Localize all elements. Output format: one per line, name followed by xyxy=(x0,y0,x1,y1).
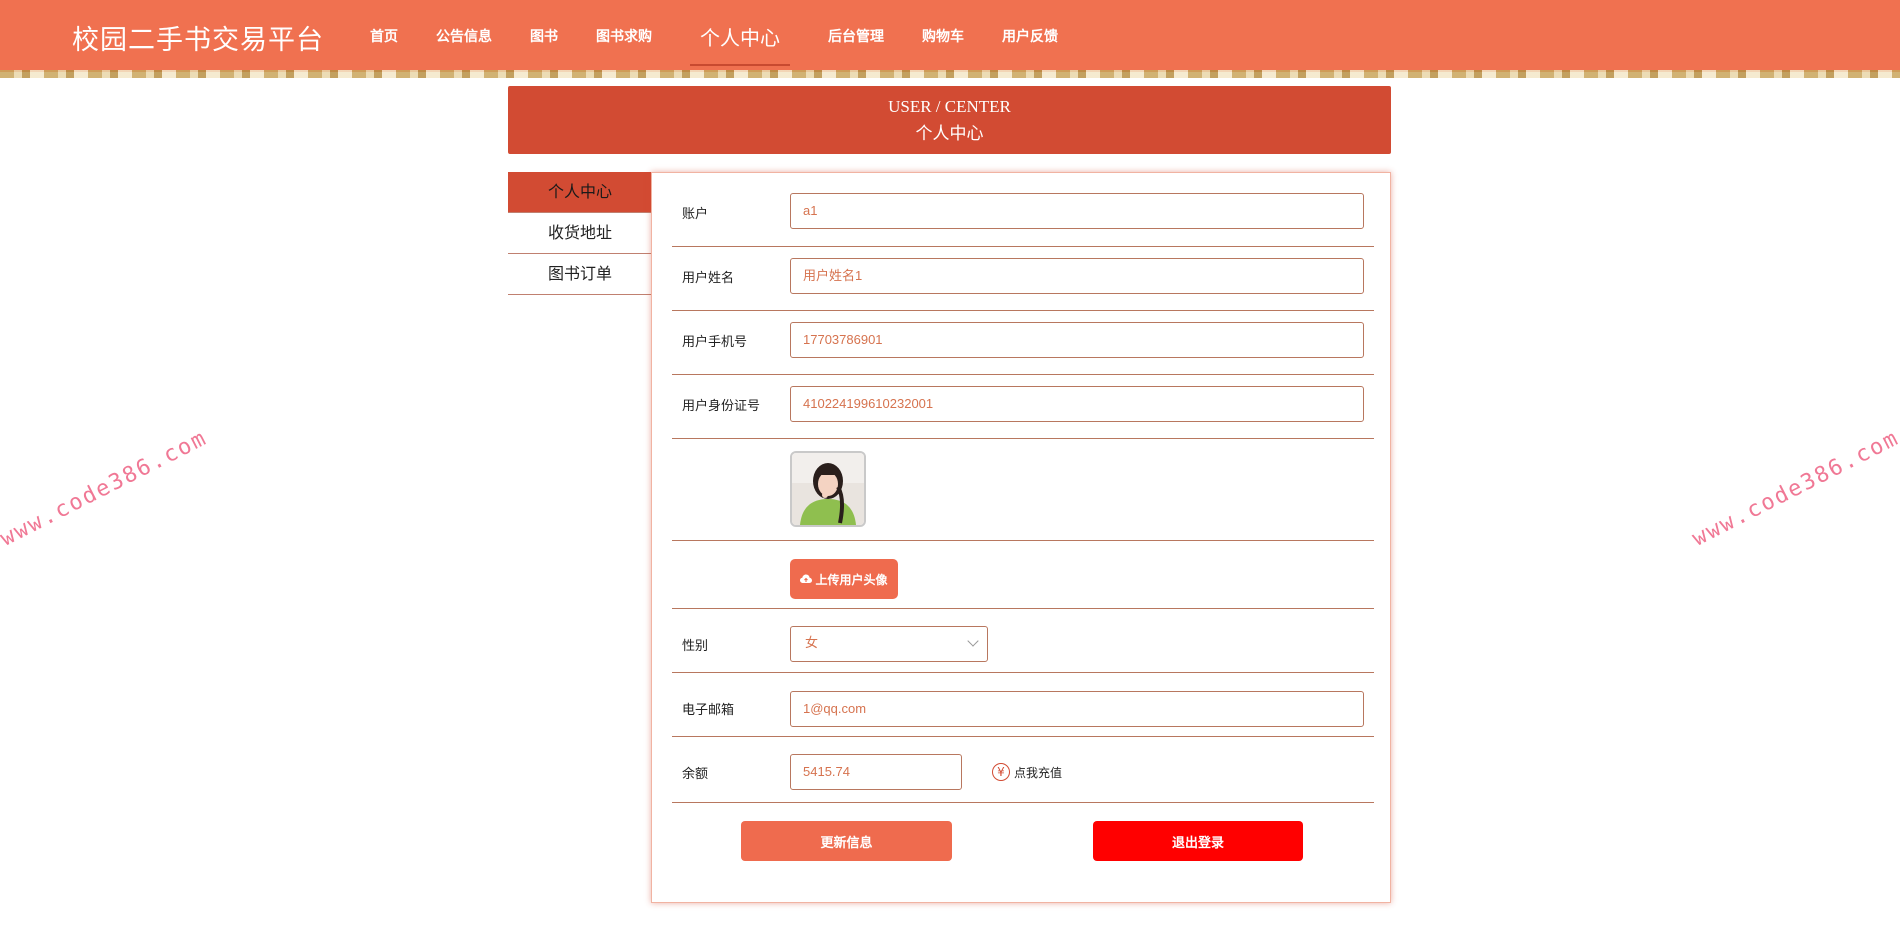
logout-button[interactable]: 退出登录 xyxy=(1093,821,1303,861)
form-row-gender: 性别 女 xyxy=(672,609,1374,673)
update-info-button[interactable]: 更新信息 xyxy=(741,821,952,861)
gender-select[interactable]: 女 xyxy=(790,626,988,662)
banner-title-en: USER / CENTER xyxy=(888,97,1011,116)
name-label: 用户姓名 xyxy=(682,271,735,286)
cloud-upload-icon xyxy=(800,574,813,583)
nav-item-books[interactable]: 图书 xyxy=(530,0,558,72)
banner-title-cn: 个人中心 xyxy=(915,124,984,144)
watermark-text: www.code386.com xyxy=(0,425,212,552)
nav-item-admin[interactable]: 后台管理 xyxy=(828,0,884,72)
email-input[interactable]: 1@qq.com xyxy=(790,691,1364,727)
balance-input[interactable]: 5415.74 xyxy=(790,754,962,790)
upload-avatar-button[interactable]: 上传用户头像 xyxy=(790,559,898,599)
watermark-text: www.code386.com xyxy=(1688,425,1900,552)
yen-icon: ¥ xyxy=(992,763,1010,781)
nav-item-cart[interactable]: 购物车 xyxy=(922,0,964,72)
form-row-idcard: 用户身份证号 410224199610232001 xyxy=(672,375,1374,439)
idcard-label: 用户身份证号 xyxy=(682,399,761,414)
nav-item-user-center[interactable]: 个人中心 xyxy=(690,0,790,72)
form-row-account: 账户 a1 xyxy=(672,193,1374,247)
top-navbar: 校园二手书交易平台 首页 公告信息 图书 图书求购 个人中心 后台管理 购物车 … xyxy=(0,0,1900,72)
gender-selected-value: 女 xyxy=(805,636,819,651)
avatar-photo-icon xyxy=(792,453,864,525)
sidebar-item-address[interactable]: 收货地址 xyxy=(508,213,652,254)
upload-avatar-label: 上传用户头像 xyxy=(815,572,888,587)
name-input[interactable]: 用户姓名1 xyxy=(790,258,1364,294)
main-nav: 首页 公告信息 图书 图书求购 个人中心 后台管理 购物车 用户反馈 xyxy=(370,0,1096,72)
page-banner: USER / CENTER 个人中心 xyxy=(508,86,1391,154)
phone-label: 用户手机号 xyxy=(682,335,748,350)
sidebar-item-user-center[interactable]: 个人中心 xyxy=(508,172,652,213)
sidebar-item-orders[interactable]: 图书订单 xyxy=(508,254,652,295)
phone-input[interactable]: 17703786901 xyxy=(790,322,1364,358)
form-row-phone: 用户手机号 17703786901 xyxy=(672,311,1374,375)
email-label: 电子邮箱 xyxy=(682,703,735,718)
idcard-input[interactable]: 410224199610232001 xyxy=(790,386,1364,422)
sidebar-menu: 个人中心 收货地址 图书订单 xyxy=(508,172,652,295)
recharge-label: 点我充值 xyxy=(1014,765,1063,780)
form-row-upload: 上传用户头像 xyxy=(672,541,1374,609)
decorative-strip xyxy=(0,70,1900,78)
site-title[interactable]: 校园二手书交易平台 xyxy=(72,18,324,57)
gender-label: 性别 xyxy=(682,639,709,654)
recharge-link[interactable]: ¥ 点我充值 xyxy=(992,754,1062,790)
user-avatar xyxy=(790,451,866,527)
nav-item-feedback[interactable]: 用户反馈 xyxy=(1002,0,1058,72)
form-row-avatar xyxy=(672,439,1374,541)
nav-item-home[interactable]: 首页 xyxy=(370,0,398,72)
form-row-email: 电子邮箱 1@qq.com xyxy=(672,673,1374,737)
form-row-name: 用户姓名 用户姓名1 xyxy=(672,247,1374,311)
balance-label: 余额 xyxy=(682,767,709,782)
account-label: 账户 xyxy=(682,207,709,222)
account-input[interactable]: a1 xyxy=(790,193,1364,229)
nav-item-announcements[interactable]: 公告信息 xyxy=(436,0,492,72)
nav-item-book-requests[interactable]: 图书求购 xyxy=(596,0,652,72)
form-row-balance: 余额 5415.74 ¥ 点我充值 xyxy=(672,737,1374,803)
user-info-form: 账户 a1 用户姓名 用户姓名1 用户手机号 17703786901 用户身份证… xyxy=(651,172,1391,903)
chevron-down-icon xyxy=(967,635,979,647)
